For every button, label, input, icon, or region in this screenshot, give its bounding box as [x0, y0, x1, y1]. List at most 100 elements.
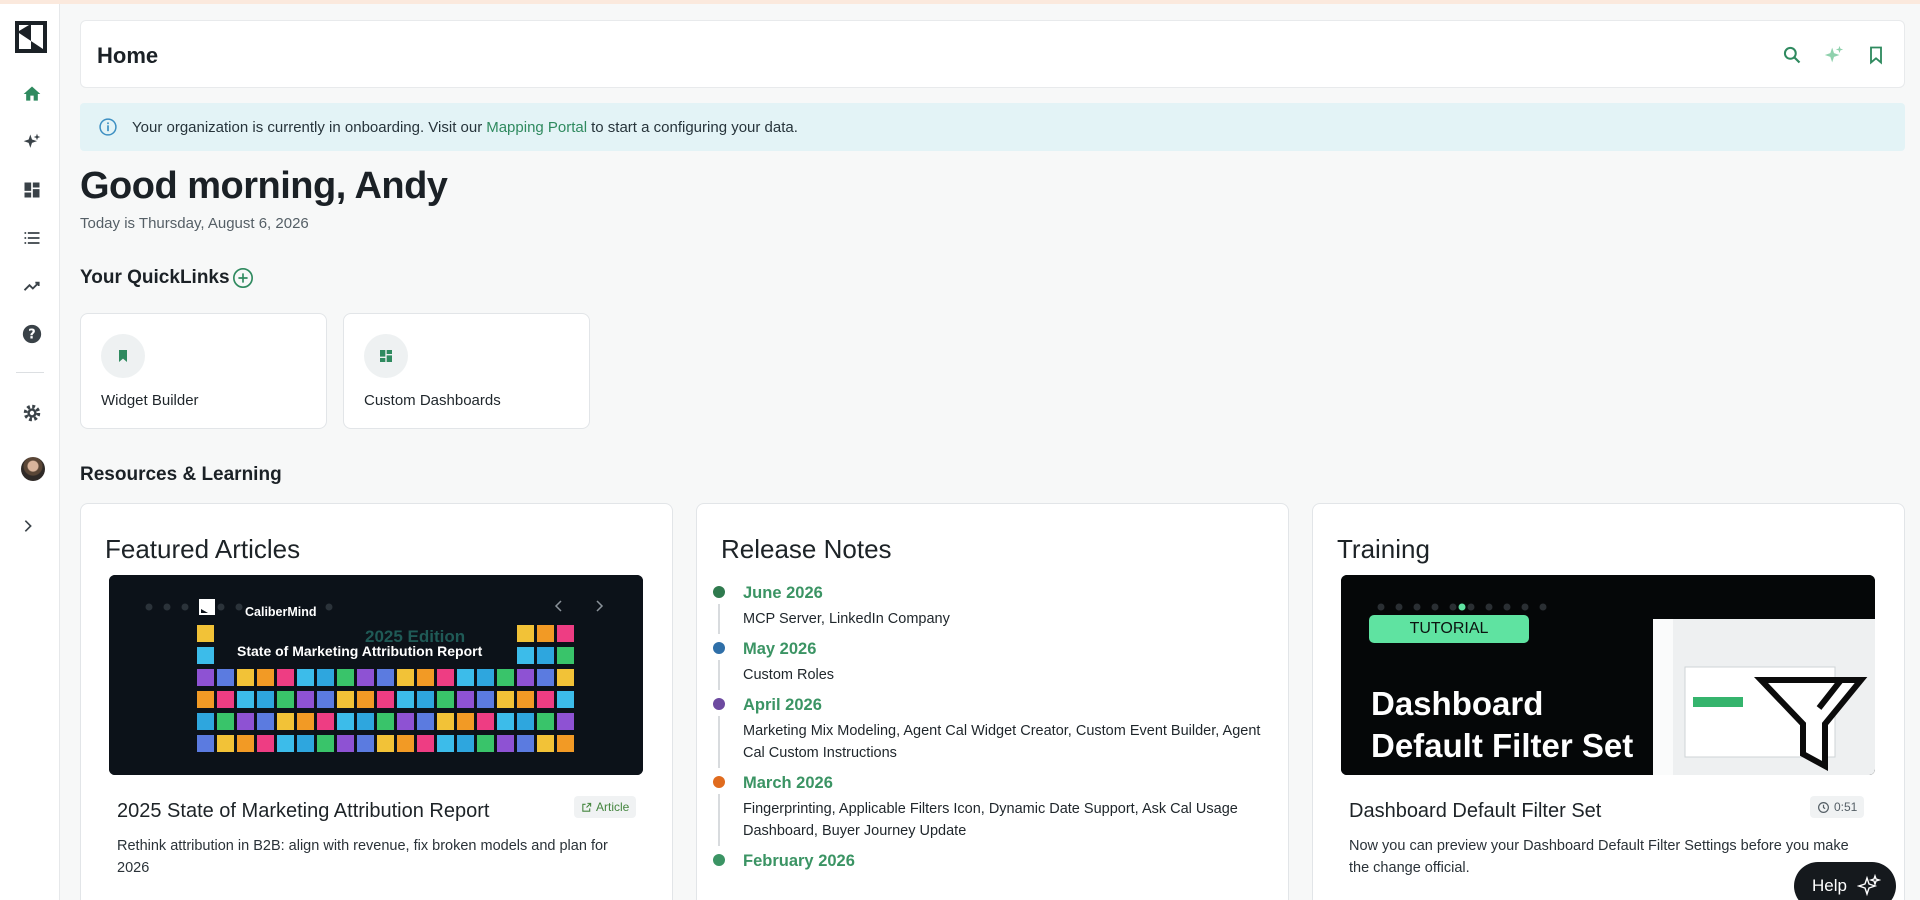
training-card: Training TUTORIAL Dashboard Default Filt…: [1312, 503, 1905, 900]
ai-assistant-button[interactable]: [1822, 43, 1846, 67]
element-tile: [297, 713, 314, 730]
timeline-dot: [713, 642, 725, 654]
chevron-right-icon: [24, 520, 32, 532]
quicklink-widget-builder[interactable]: Widget Builder: [80, 313, 327, 429]
element-tile: [237, 713, 254, 730]
element-tile: [397, 735, 414, 752]
card-heading: Training: [1337, 534, 1430, 564]
hero-brand: CaliberMind: [245, 605, 317, 619]
element-tile: [537, 669, 554, 686]
sidebar-expand-button[interactable]: [14, 512, 42, 540]
element-tile: [457, 735, 474, 752]
element-tile: [457, 691, 474, 708]
release-features: Fingerprinting, Applicable Filters Icon,…: [743, 801, 1238, 839]
video-description: Now you can preview your Dashboard Defau…: [1349, 838, 1849, 876]
sidebar: ?: [0, 4, 60, 900]
element-tile: [377, 713, 394, 730]
banner-text: Your organization is currently in onboar…: [132, 118, 483, 136]
timeline-dot: [713, 854, 725, 866]
timeline-line: [718, 604, 720, 634]
timeline-dot: [713, 776, 725, 788]
release-month[interactable]: June 2026: [743, 582, 1273, 604]
element-tile: [537, 713, 554, 730]
element-tile: [257, 691, 274, 708]
element-tile: [417, 669, 434, 686]
quicklinks-title: Your QuickLinks: [80, 267, 230, 288]
user-avatar[interactable]: [21, 457, 45, 481]
nav-analytics[interactable]: [18, 272, 46, 300]
video-duration-badge: 0:51: [1810, 796, 1865, 818]
article-description: Rethink attribution in B2B: align with r…: [117, 838, 608, 876]
element-tile: [497, 669, 514, 686]
badge-label: Article: [596, 800, 630, 814]
carousel-prev-icon[interactable]: [553, 599, 565, 613]
page-header: Home: [80, 20, 1905, 88]
release-features: Custom Roles: [743, 667, 835, 683]
element-tile: [517, 669, 534, 686]
bookmark-button[interactable]: [1864, 43, 1888, 67]
article-title[interactable]: 2025 State of Marketing Attribution Repo…: [117, 800, 489, 823]
element-tile: [297, 691, 314, 708]
element-tile: [277, 669, 294, 686]
element-tile: [537, 735, 554, 752]
timeline-line: [718, 794, 720, 846]
timeline-dot: [713, 698, 725, 710]
bookmark-icon: [1870, 46, 1882, 65]
help-button[interactable]: Help: [1794, 862, 1896, 900]
element-tile: [557, 669, 574, 686]
nav-dashboards[interactable]: [18, 176, 46, 204]
element-tile: [217, 735, 234, 752]
element-tile: [557, 647, 574, 664]
element-tile: [517, 735, 534, 752]
element-tile: [437, 669, 454, 686]
element-tile: [197, 713, 214, 730]
timeline-line: [718, 716, 720, 768]
element-tile: [377, 691, 394, 708]
clock-icon: [1818, 801, 1829, 813]
element-tile: [197, 625, 214, 642]
nav-settings[interactable]: [18, 399, 46, 427]
nav-lists[interactable]: [18, 224, 46, 252]
search-icon: [1783, 46, 1801, 64]
element-tile: [537, 691, 554, 708]
element-tile: [457, 713, 474, 730]
add-quicklink-icon[interactable]: [232, 267, 254, 289]
video-title[interactable]: Dashboard Default Filter Set: [1349, 800, 1601, 823]
tutorial-tag: TUTORIAL: [1369, 615, 1529, 643]
mapping-portal-link[interactable]: Mapping Portal: [486, 119, 587, 136]
element-tile: [477, 669, 494, 686]
release-month[interactable]: May 2026: [743, 638, 1273, 660]
element-tile: [437, 691, 454, 708]
release-note-item: April 2026 Marketing Mix Modeling, Agent…: [713, 694, 1273, 768]
element-tile: [557, 625, 574, 642]
element-tile: [397, 691, 414, 708]
timeline-line: [718, 660, 720, 690]
element-tile: [497, 735, 514, 752]
search-button[interactable]: [1780, 43, 1804, 67]
release-month[interactable]: March 2026: [743, 772, 1273, 794]
hero-title: State of Marketing Attribution Report: [237, 643, 483, 659]
element-tile: [537, 625, 554, 642]
app-logo[interactable]: [15, 21, 47, 53]
release-month[interactable]: April 2026: [743, 694, 1273, 716]
element-tile: [397, 713, 414, 730]
bookmark-icon: [119, 350, 127, 362]
release-notes-card: Release Notes June 2026 MCP Server, Link…: [696, 503, 1289, 900]
release-month[interactable]: February 2026: [743, 850, 1273, 872]
quicklink-custom-dashboards[interactable]: Custom Dashboards: [343, 313, 590, 429]
sparkles-icon: [1856, 874, 1881, 897]
featured-article-image[interactable]: CaliberMind 2025 Edition State of Market…: [109, 575, 643, 775]
element-tile: [377, 735, 394, 752]
card-heading: Release Notes: [721, 534, 892, 564]
nav-help[interactable]: ?: [18, 320, 46, 348]
training-video-thumbnail[interactable]: TUTORIAL Dashboard Default Filter Set: [1341, 575, 1875, 775]
carousel-next-icon[interactable]: [593, 599, 605, 613]
greeting-date: Today is Thursday, August 6, 2026: [80, 215, 309, 232]
nav-ai[interactable]: [18, 128, 46, 156]
element-tile: [277, 691, 294, 708]
element-tile: [437, 735, 454, 752]
element-tile: [557, 713, 574, 730]
element-tile: [397, 669, 414, 686]
dashboard-icon: [24, 182, 40, 198]
nav-home[interactable]: [18, 80, 46, 108]
